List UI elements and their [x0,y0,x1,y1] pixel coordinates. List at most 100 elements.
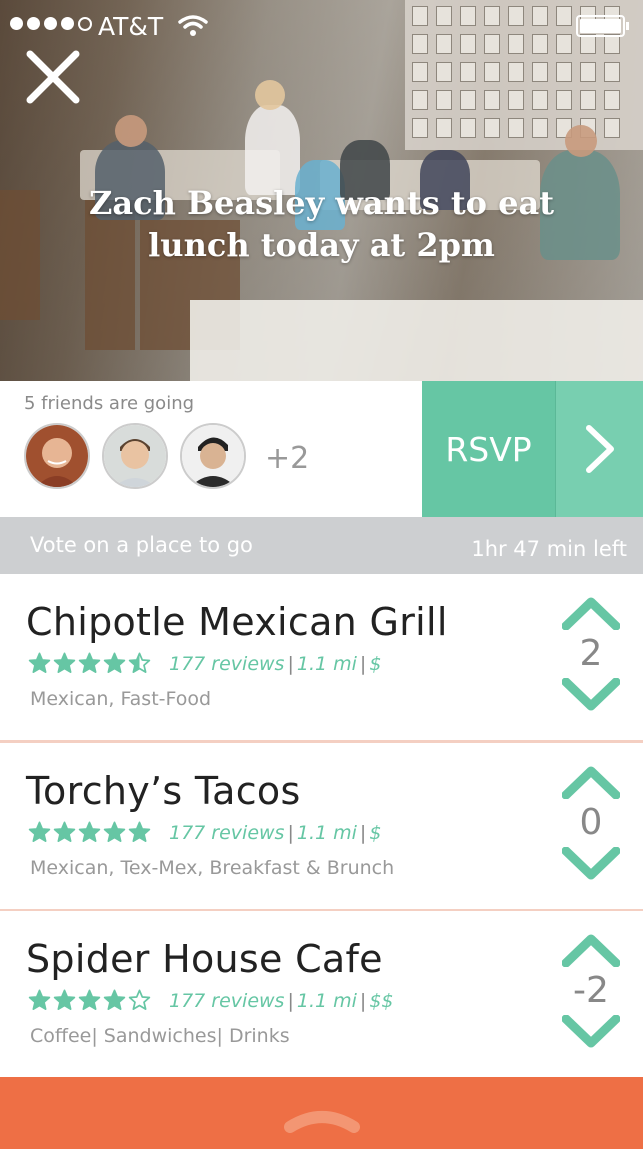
wall-frame [412,118,428,138]
wall-frame [556,62,572,82]
star-rating [28,821,151,844]
wall-frame [484,62,500,82]
place-item[interactable]: Torchy’s Tacos 177 reviews | 1.1 mi | $ … [0,743,643,912]
wall-frame [508,90,524,110]
star-icon [53,652,76,673]
price-level: $ [369,652,382,675]
drawer-handle-icon[interactable] [284,1105,360,1133]
wall-frame [580,62,596,82]
price-level: $$ [369,989,394,1012]
vote-control: -2 [560,933,622,1053]
upvote-icon[interactable] [562,765,620,799]
rsvp-next-button[interactable] [555,381,643,517]
vote-title: Vote on a place to go [30,533,253,557]
close-icon[interactable] [24,48,82,106]
invite-headline: Zach Beasley wants to eat lunch today at… [88,184,554,264]
vote-control: 0 [560,765,622,885]
star-icon [103,652,126,673]
star-icon [28,652,51,673]
star-icon [78,989,101,1010]
place-name: Spider House Cafe [26,937,383,981]
more-friends-count[interactable]: +2 [265,441,309,476]
rsvp-label: RSVP [445,429,532,469]
vote-count: -2 [573,970,609,1011]
status-bar: AT&T [0,0,643,50]
place-meta: 177 reviews | 1.1 mi | $ [28,821,381,844]
star-rating [28,652,151,675]
star-icon [103,989,126,1010]
star-icon [128,821,151,842]
place-item[interactable]: Spider House Cafe 177 reviews | 1.1 mi |… [0,911,643,1077]
review-count[interactable]: 177 reviews [169,653,284,675]
review-count[interactable]: 177 reviews [169,822,284,844]
star-icon [128,652,151,673]
wall-frame [460,90,476,110]
place-categories: Mexican, Fast-Food [30,688,212,710]
vote-header: Vote on a place to go 1hr 47 min left [0,517,643,574]
wall-frame [508,62,524,82]
avatar[interactable] [180,423,246,489]
signal-strength-icon [10,17,92,31]
avatar[interactable] [102,423,168,489]
hero-diner-head [255,80,285,110]
hero-diner-head [565,125,597,157]
star-icon [28,821,51,842]
review-count[interactable]: 177 reviews [169,990,284,1012]
wall-frame [460,62,476,82]
wall-frame [436,62,452,82]
vote-count: 2 [579,633,603,674]
friends-going-label: 5 friends are going [24,393,195,414]
distance: 1.1 mi [296,821,357,844]
wall-frame [556,90,572,110]
wifi-icon [178,15,208,36]
wall-frame [580,90,596,110]
wall-frame [412,90,428,110]
upvote-icon[interactable] [562,933,620,967]
star-rating [28,989,151,1012]
rsvp-button[interactable]: RSVP [422,381,555,517]
wall-frame [484,118,500,138]
hero-diner-head [115,115,147,147]
star-icon [53,989,76,1010]
wall-frame [412,62,428,82]
wall-frame [532,62,548,82]
wall-frame [604,118,620,138]
vote-count: 0 [579,802,603,843]
downvote-icon[interactable] [562,847,620,881]
wall-frame [532,90,548,110]
distance: 1.1 mi [296,989,357,1012]
upvote-icon[interactable] [562,596,620,630]
avatar[interactable] [24,423,90,489]
chevron-right-icon [586,425,614,473]
place-name: Torchy’s Tacos [26,769,301,813]
star-icon [53,821,76,842]
place-meta: 177 reviews | 1.1 mi | $$ [28,989,394,1012]
star-icon [103,821,126,842]
bottom-drawer-bar[interactable] [0,1077,643,1149]
place-meta: 177 reviews | 1.1 mi | $ [28,652,381,675]
place-categories: Mexican, Tex-Mex, Breakfast & Brunch [30,857,395,879]
star-icon [78,821,101,842]
wall-frame [604,62,620,82]
wall-frame [436,90,452,110]
battery-icon [576,15,629,37]
time-left: 1hr 47 min left [471,537,627,561]
downvote-icon[interactable] [562,678,620,712]
hero-chair [0,190,40,320]
place-name: Chipotle Mexican Grill [26,600,448,644]
distance: 1.1 mi [296,652,357,675]
downvote-icon[interactable] [562,1015,620,1049]
place-categories: Coffee| Sandwiches| Drinks [30,1025,290,1047]
wall-frame [436,118,452,138]
star-icon [128,989,151,1010]
wall-frame [460,118,476,138]
star-icon [28,989,51,1010]
place-item[interactable]: Chipotle Mexican Grill 177 reviews | 1.1… [0,574,643,743]
star-icon [78,652,101,673]
hero-photo: AT&T Zach Beasley wants to eat lunch tod… [0,0,643,381]
wall-frame [604,90,620,110]
wall-frame [532,118,548,138]
wall-frame [484,90,500,110]
hero-counter [190,300,643,381]
vote-control: 2 [560,596,622,716]
